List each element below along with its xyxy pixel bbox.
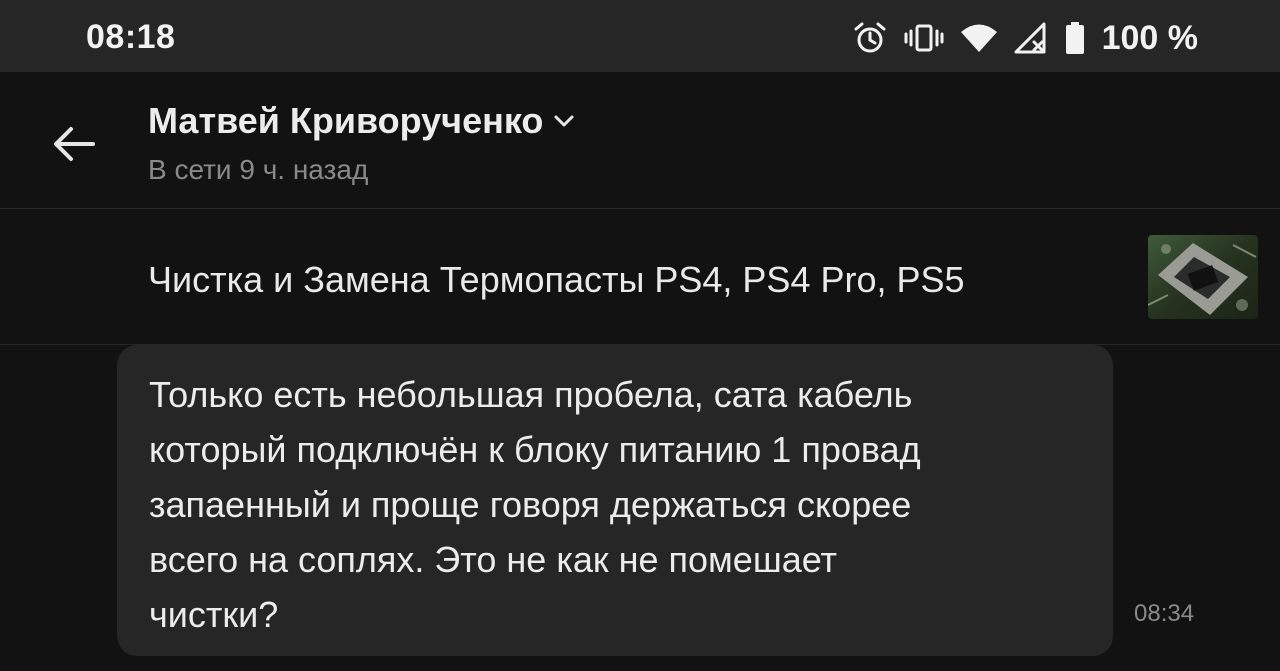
battery-percentage: 100 %	[1101, 18, 1198, 57]
vibrate-icon	[904, 20, 944, 56]
listing-thumbnail[interactable]	[1148, 235, 1258, 319]
arrow-left-icon	[54, 127, 95, 161]
chevron-down-icon[interactable]	[553, 113, 575, 129]
chat-header: Матвей Криворученко В сети 9 ч. назад	[0, 72, 1280, 209]
status-icons: 100 %	[852, 18, 1198, 58]
wifi-icon	[960, 20, 998, 56]
status-time: 08:18	[86, 18, 176, 56]
message-text: Только есть небольшая пробела, сата кабе…	[149, 374, 921, 635]
back-button[interactable]	[44, 114, 104, 174]
alarm-icon	[852, 20, 888, 56]
chat-screen: 08:18 100 % Матвей Криворученко В сети 9…	[0, 0, 1280, 671]
listing-banner[interactable]: Чистка и Замена Термопасты PS4, PS4 Pro,…	[0, 209, 1280, 345]
contact-name[interactable]: Матвей Криворученко	[148, 100, 543, 142]
message-bubble[interactable]: Только есть небольшая пробела, сата кабе…	[117, 345, 1113, 656]
contact-name-row[interactable]: Матвей Криворученко	[148, 100, 575, 142]
signal-icon	[1014, 20, 1048, 56]
status-bar: 08:18 100 %	[0, 0, 1280, 72]
message-timestamp: 08:34	[1134, 600, 1195, 627]
contact-last-seen: В сети 9 ч. назад	[148, 154, 369, 185]
listing-title[interactable]: Чистка и Замена Термопасты PS4, PS4 Pro,…	[148, 259, 965, 301]
battery-icon	[1064, 20, 1086, 56]
